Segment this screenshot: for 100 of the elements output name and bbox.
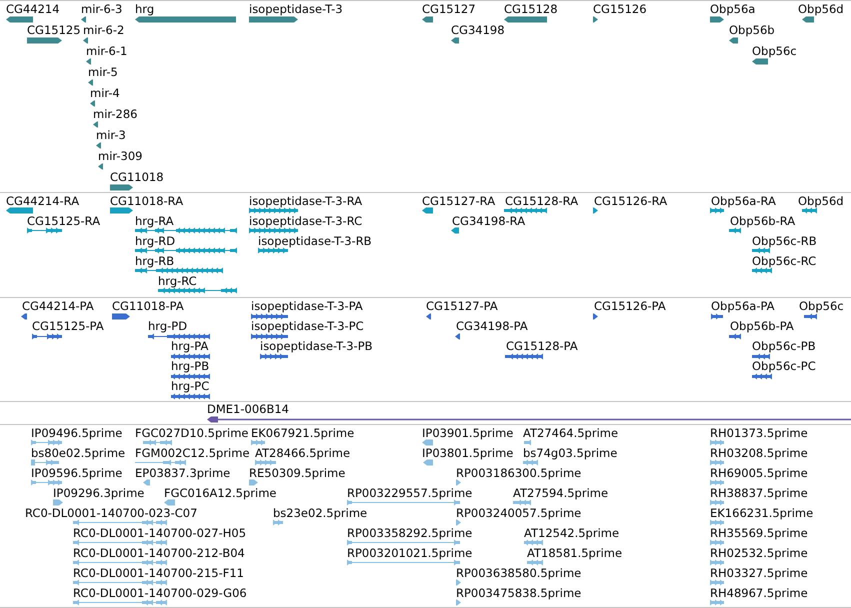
feature-label: Obp56d xyxy=(798,2,844,15)
feature-label: CG44214-PA xyxy=(22,300,94,312)
feature-label: AT18581.5prime xyxy=(527,546,622,559)
feature-label: Obp56a-PA xyxy=(711,300,775,312)
feature-label: isopeptidase-T-3 xyxy=(249,2,343,15)
feature-label: Obp56c-PC xyxy=(752,360,816,372)
feature-label: Obp56a xyxy=(710,2,756,15)
feature-label: RH03327.5prime xyxy=(710,566,808,579)
feature-label: Obp56c-PB xyxy=(752,340,816,352)
feature-label: RH03208.5prime xyxy=(710,446,808,459)
feature-label: FGC016A12.5prime xyxy=(164,486,276,499)
feature-label: CG15126 xyxy=(593,2,647,15)
feature-label: FGC027D10.5prime xyxy=(135,426,248,439)
feature-label: hrg xyxy=(135,2,154,15)
feature-label: RP003240057.5prime xyxy=(456,506,582,519)
feature-label: RP003229557.5prime xyxy=(347,486,472,499)
feature-label: mir-6-1 xyxy=(86,44,128,57)
feature-label: hrg-PB xyxy=(171,360,210,372)
feature-label: EK166231.5prime xyxy=(710,506,814,519)
feature-label: Obp56d xyxy=(798,194,844,207)
feature-label: CG15125-PA xyxy=(32,320,104,332)
feature-label: RH48967.5prime xyxy=(710,586,808,599)
feature-label: isopeptidase-T-3-PB xyxy=(260,340,373,352)
feature-label: hrg-PC xyxy=(171,380,210,392)
feature-label: hrg-RB xyxy=(135,254,174,267)
feature-label: mir-3 xyxy=(96,128,126,141)
feature-label: mir-5 xyxy=(88,66,118,78)
feature-label: Obp56c-RC xyxy=(752,254,816,267)
feature-label: CG15127 xyxy=(422,2,476,15)
feature-label: mir-309 xyxy=(98,150,142,162)
feature-label: RE50309.5prime xyxy=(249,466,346,479)
feature-label: CG15127-RA xyxy=(422,194,496,207)
feature-label: RP003201021.5prime xyxy=(347,546,472,559)
feature-label: CG15126-PA xyxy=(594,300,666,312)
feature-label: CG44214 xyxy=(6,2,60,15)
feature-label: mir-6-2 xyxy=(83,24,124,36)
feature-label: AT27464.5prime xyxy=(523,426,618,439)
feature-label: CG11018-PA xyxy=(112,300,184,312)
feature-label: Obp56b xyxy=(729,24,775,36)
feature-label: Obp56c xyxy=(799,300,844,312)
feature-label: mir-286 xyxy=(93,108,138,120)
feature-label: RH38837.5prime xyxy=(710,486,808,499)
feature-label: RC0-DL0001-140700-027-H05 xyxy=(73,526,246,539)
feature-label: hrg-PA xyxy=(171,340,208,352)
feature-label: hrg-RC xyxy=(158,274,197,287)
feature-label: bs74g03.5prime xyxy=(523,446,618,459)
feature-label: bs80e02.5prime xyxy=(31,446,126,459)
feature-label: RC0-DL0001-140700-029-G06 xyxy=(73,586,247,599)
feature-label: DME1-006B14 xyxy=(207,403,289,416)
feature-label: AT28466.5prime xyxy=(255,446,350,459)
feature-label: Obp56a-RA xyxy=(711,194,776,207)
feature-label: CG15128-RA xyxy=(505,194,578,207)
feature-label: FGM002C12.5prime xyxy=(135,446,250,459)
feature-label: RP003186300.5prime xyxy=(456,466,582,479)
feature-label: isopeptidase-T-3-RA xyxy=(249,194,362,207)
feature-label: AT27594.5prime xyxy=(513,486,608,499)
feature-label: isopeptidase-T-3-PC xyxy=(251,320,364,332)
feature-label: RC0-DL0001-140700-212-B04 xyxy=(73,546,245,559)
feature-label: IP09596.5prime xyxy=(31,466,122,479)
feature-label: IP03901.5prime xyxy=(422,426,514,439)
feature-label: hrg-PD xyxy=(148,320,188,332)
feature-label: CG15128 xyxy=(504,2,558,15)
feature-label: EP03837.3prime xyxy=(135,466,230,479)
feature-label: Obp56b-RA xyxy=(730,214,796,227)
feature-label: bs23e02.5prime xyxy=(273,506,368,519)
feature-label: CG11018-RA xyxy=(110,194,184,207)
feature-label: CG15128-PA xyxy=(506,340,578,352)
feature-label: isopeptidase-T-3-RC xyxy=(249,214,362,227)
feature-label: EK067921.5prime xyxy=(251,426,354,439)
feature-label: Obp56b-PA xyxy=(730,320,794,332)
feature-label: CG15125-RA xyxy=(27,214,100,227)
feature-label: RH69005.5prime xyxy=(710,466,808,479)
feature-label: hrg-RD xyxy=(135,234,176,247)
feature-label: RC0-DL0001-140700-023-C07 xyxy=(25,506,198,519)
feature-label: isopeptidase-T-3-PA xyxy=(251,300,363,312)
feature-label: CG15126-RA xyxy=(594,194,668,207)
feature-label: RP003475838.5prime xyxy=(456,586,582,599)
feature-label: IP09296.3prime xyxy=(53,486,144,499)
feature-label: RH02532.5prime xyxy=(710,546,808,559)
feature-label: CG44214-RA xyxy=(6,194,80,207)
feature-label: RP003358292.5prime xyxy=(347,526,472,539)
feature-label: CG34198-PA xyxy=(456,320,528,332)
feature-label: hrg-RA xyxy=(135,214,174,227)
feature-label: AT12542.5prime xyxy=(524,526,620,539)
feature-label: mir-4 xyxy=(90,86,120,99)
feature-label: CG11018 xyxy=(110,170,164,183)
feature-label: RC0-DL0001-140700-215-F11 xyxy=(73,566,244,579)
feature-label: CG34198 xyxy=(451,24,505,36)
feature-label: CG15125 xyxy=(27,24,81,36)
feature-label: RP003638580.5prime xyxy=(456,566,582,579)
feature-label: IP03801.5prime xyxy=(422,446,514,459)
feature-label: RH35569.5prime xyxy=(710,526,808,539)
feature-label: CG34198-RA xyxy=(452,214,526,227)
feature-label: Obp56c xyxy=(752,44,797,57)
feature-label: mir-6-3 xyxy=(81,2,122,15)
feature-label: Obp56c-RB xyxy=(752,234,817,247)
feature-label: isopeptidase-T-3-RB xyxy=(258,234,372,247)
feature-label: RH01373.5prime xyxy=(710,426,808,439)
feature-label: CG15127-PA xyxy=(426,300,498,312)
feature-label: IP09496.5prime xyxy=(31,426,122,439)
